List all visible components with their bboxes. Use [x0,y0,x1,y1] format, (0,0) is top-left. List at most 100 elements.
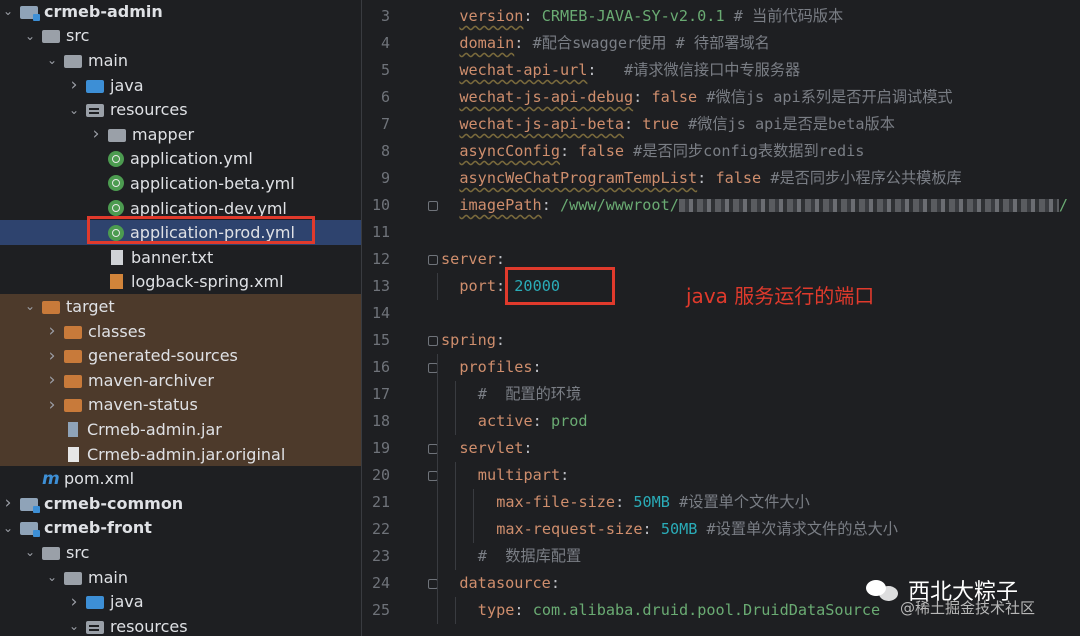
tree-item[interactable]: › generated-sources [0,343,361,368]
chevron-down-icon[interactable]: ⌄ [46,52,58,68]
line-number: 6 [380,88,390,106]
tree-item[interactable]: logback-spring.xml [0,270,361,295]
fold-icon[interactable] [428,201,438,211]
line-number: 10 [371,196,390,214]
yaml-value: false [715,169,762,187]
code-line[interactable]: wechat-js-api-debug: false #微信js api系列是否… [459,84,952,111]
tree-item-label: application-dev.yml [130,198,287,218]
code-line[interactable]: wechat-js-api-beta: true #微信js api是否是bet… [459,111,895,138]
chevron-down-icon[interactable]: ⌄ [46,569,58,585]
line-number: 11 [371,223,390,241]
chevron-down-icon[interactable]: ⌄ [68,102,80,118]
tree-item-label: generated-sources [88,346,238,366]
code-line[interactable]: spring: [441,327,505,354]
code-line[interactable]: multipart: [478,462,569,489]
chevron-right-icon[interactable]: › [90,124,102,144]
code-line[interactable]: asyncConfig: false #是否同步config表数据到redis [459,138,864,165]
line-number: 19 [371,439,390,457]
chevron-right-icon[interactable]: › [46,395,58,415]
tree-item[interactable]: ⌄ resources [0,614,361,636]
tree-item[interactable]: › mapper [0,122,361,147]
folder-orange-icon [64,374,82,388]
code-line[interactable]: wechat-api-url: #请求微信接口中专服务器 [459,57,800,84]
chevron-right-icon[interactable]: › [68,592,80,612]
indent-guide [437,354,438,624]
chevron-right-icon[interactable]: › [46,321,58,341]
tree-item-label: banner.txt [131,247,214,267]
folder-icon [64,571,82,585]
yaml-key: spring [441,331,496,349]
tree-item-label: crmeb-common [44,493,184,513]
code-line[interactable]: imagePath: /www/wwwroot// [459,192,1068,219]
chevron-down-icon[interactable]: ⌄ [24,544,36,560]
tree-item[interactable]: banner.txt [0,245,361,270]
fold-icon[interactable] [428,336,438,346]
tree-item[interactable]: ⌄ src [0,24,361,49]
yaml-key: wechat-js-api-beta [459,115,624,133]
tree-item[interactable]: application-beta.yml [0,171,361,196]
indent-guide [455,597,456,624]
line-number: 15 [371,331,390,349]
chevron-right-icon[interactable]: › [46,370,58,390]
tree-item[interactable]: ⌄ resources [0,97,361,122]
tree-item[interactable]: › crmeb-common [0,491,361,516]
port-annotation: java 服务运行的端口 [686,284,875,308]
chevron-down-icon[interactable]: ⌄ [2,520,14,536]
tree-item-label: resources [110,616,188,636]
chevron-down-icon[interactable]: ⌄ [2,3,14,19]
code-line[interactable]: max-file-size: 50MB #设置单个文件大小 [496,489,810,516]
yaml-key: datasource [459,574,551,592]
code-line[interactable]: domain: #配合swagger使用 # 待部署域名 [459,30,769,57]
code-line[interactable]: datasource: [459,570,560,597]
tree-item[interactable]: › maven-status [0,392,361,418]
code-line[interactable]: profiles: [459,354,541,381]
tree-item[interactable]: ⌄ main [0,48,361,73]
code-editor[interactable]: 3 4 5 6 7 8 9 10 11 12 13 14 15 16 17 18 19 20 21 22 23 24 25 … [362,0,1080,636]
tree-item-label: Crmeb-admin.jar.original [87,444,286,464]
tree-item[interactable]: ⌄ crmeb-admin [0,0,361,24]
chevron-right-icon[interactable]: › [46,346,58,366]
res-icon [86,620,104,634]
chevron-down-icon[interactable]: ⌄ [24,28,36,44]
line-number: 14 [371,304,390,322]
chevron-right-icon[interactable]: › [68,75,80,95]
code-line[interactable]: max-request-size: 50MB #设置单次请求文件的总大小 [496,516,898,543]
code-line[interactable]: asyncWeChatProgramTempList: false #是否同步小… [459,165,961,192]
code-line[interactable]: active: prod [478,408,588,435]
tree-item[interactable]: ⌄ main [0,565,361,590]
tree-item[interactable]: Crmeb-admin.jar.original [0,441,361,467]
code-line[interactable]: # 数据库配置 [478,543,581,570]
fold-icon[interactable] [428,255,438,265]
tree-item[interactable]: › java [0,73,361,98]
line-number: 24 [371,574,390,592]
code-line[interactable]: version: CRMEB-JAVA-SY-v2.0.1 # 当前代码版本 [459,3,843,30]
chevron-right-icon[interactable]: › [2,493,14,513]
folder-orange-icon [64,350,82,364]
code-line[interactable]: type: com.alibaba.druid.pool.DruidDataSo… [478,597,880,624]
tree-item[interactable]: application.yml [0,147,361,172]
tree-item[interactable]: ⌄ target [0,294,361,319]
tree-item[interactable]: › java [0,589,361,614]
code-line[interactable]: # 配置的环境 [478,381,581,408]
tree-item[interactable]: Crmeb-admin.jar [0,417,361,442]
tree-item-label: target [66,296,115,316]
redacted-path [678,199,1059,212]
tree-item[interactable]: ⌄ src [0,540,361,565]
code-line[interactable]: server: [441,246,505,273]
chevron-down-icon[interactable]: ⌄ [68,618,80,634]
yaml-value: CRMEB-JAVA-SY-v2.0.1 [541,7,725,25]
chevron-down-icon[interactable]: ⌄ [24,298,36,314]
tree-item[interactable]: › classes [0,318,361,344]
wechat-icon [866,576,900,604]
tree-item[interactable]: › maven-archiver [0,368,361,393]
tree-item-label: Crmeb-admin.jar [87,419,222,439]
tree-item[interactable]: m pom.xml [0,466,361,491]
line-number: 13 [371,277,390,295]
tree-item[interactable]: ⌄ crmeb-front [0,516,361,541]
line-number: 25 [371,601,390,619]
code-line[interactable]: servlet: [459,435,532,462]
tree-item-label: java [110,592,144,612]
